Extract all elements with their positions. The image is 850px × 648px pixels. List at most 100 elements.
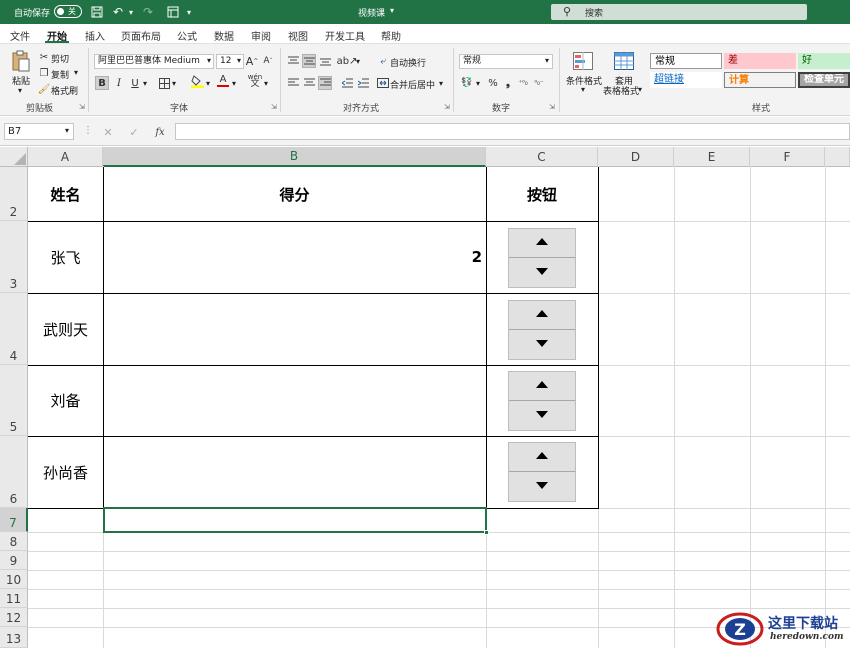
conditional-format-dropdown-icon[interactable]: ▾ [581, 85, 585, 94]
name-cell[interactable]: 刘备 [28, 365, 103, 436]
name-box-dropdown-icon[interactable]: ▾ [65, 126, 69, 135]
align-center-icon[interactable] [302, 76, 316, 90]
customize-toolbar-icon[interactable]: ▾ [184, 5, 194, 19]
search-box[interactable]: ⚲ 搜索 [551, 4, 807, 20]
tab-page-layout[interactable]: 页面布局 [121, 28, 161, 43]
merge-center-icon[interactable] [376, 76, 390, 90]
copy-icon[interactable]: ❐ [37, 66, 51, 80]
underline-dropdown-icon[interactable]: ▾ [143, 79, 147, 88]
undo-icon[interactable]: ↶ [110, 5, 126, 19]
column-header-b[interactable]: B [103, 147, 486, 167]
clipboard-launcher-icon[interactable]: ⇲ [79, 103, 85, 111]
row-header-5[interactable]: 5 [0, 365, 28, 436]
tab-developer[interactable]: 开发工具 [325, 28, 365, 43]
comma-icon[interactable]: ❟ [501, 76, 515, 90]
spin-button[interactable] [508, 371, 576, 431]
bold-button[interactable]: B [95, 76, 109, 90]
spin-button[interactable] [508, 228, 576, 288]
header-button-cell[interactable]: 按钮 [486, 167, 598, 221]
spin-button[interactable] [508, 300, 576, 360]
score-cell[interactable] [103, 293, 486, 365]
undo-dropdown-icon[interactable]: ▾ [126, 5, 136, 19]
decrease-indent-icon[interactable] [340, 76, 354, 90]
column-header-c[interactable]: C [486, 147, 598, 167]
table-format-icon[interactable] [613, 51, 635, 71]
table-format-dropdown-icon[interactable]: ▾ [638, 85, 642, 94]
paste-icon[interactable] [10, 50, 32, 72]
align-top-icon[interactable] [286, 54, 300, 68]
increase-indent-icon[interactable] [356, 76, 370, 90]
accounting-icon[interactable]: 💱 [460, 76, 474, 90]
row-header-6[interactable]: 6 [0, 436, 28, 508]
align-left-icon[interactable] [286, 76, 300, 90]
number-launcher-icon[interactable]: ⇲ [549, 103, 555, 111]
fill-color-dropdown-icon[interactable]: ▾ [206, 79, 210, 88]
copy-button[interactable]: 复制 [51, 68, 69, 81]
form-icon[interactable] [166, 5, 180, 19]
spin-button[interactable] [508, 442, 576, 502]
style-calculation[interactable]: 计算 [724, 72, 796, 88]
font-name-dropdown-icon[interactable]: ▾ [207, 56, 211, 65]
font-size-dropdown-icon[interactable]: ▾ [237, 56, 241, 65]
autosave-toggle[interactable]: 关 [54, 5, 82, 18]
wrap-text-button[interactable]: 自动换行 [390, 56, 426, 69]
align-middle-icon[interactable] [302, 54, 316, 68]
number-format-select[interactable]: 常规 [459, 54, 553, 69]
score-cell[interactable] [103, 436, 486, 508]
accounting-dropdown-icon[interactable]: ▾ [476, 79, 480, 88]
tab-insert[interactable]: 插入 [85, 28, 105, 43]
font-launcher-icon[interactable]: ⇲ [271, 103, 277, 111]
orientation-dropdown-icon[interactable]: ▾ [356, 57, 360, 66]
tab-view[interactable]: 视图 [288, 28, 308, 43]
title-dropdown-icon[interactable]: ▾ [390, 6, 394, 15]
column-header-f[interactable]: F [750, 147, 825, 167]
row-header-3[interactable]: 3 [0, 221, 28, 293]
font-color-icon[interactable]: A [216, 74, 230, 88]
align-bottom-icon[interactable] [318, 54, 332, 68]
cut-icon[interactable]: ✂ [37, 50, 51, 64]
score-cell[interactable]: 2 [103, 221, 486, 293]
borders-dropdown-icon[interactable]: ▾ [172, 79, 176, 88]
save-icon[interactable] [90, 5, 104, 19]
decrease-font-icon[interactable]: Aˇ [261, 54, 275, 68]
font-name-select[interactable]: 阿里巴巴普惠体 Medium [94, 54, 214, 69]
row-header-7[interactable]: 7 [0, 508, 28, 532]
name-cell[interactable]: 张飞 [28, 221, 103, 293]
spin-down-button[interactable] [509, 258, 575, 287]
merge-center-button[interactable]: 合并后居中 [390, 78, 435, 91]
style-hyperlink[interactable]: 超链接 [650, 72, 722, 88]
column-header-a[interactable]: A [28, 147, 103, 167]
fill-handle[interactable] [484, 530, 489, 535]
copy-dropdown-icon[interactable]: ▾ [74, 68, 78, 77]
number-format-dropdown-icon[interactable]: ▾ [545, 56, 549, 65]
style-check-cell[interactable]: 检查单元 [798, 72, 850, 88]
row-header-10[interactable]: 10 [0, 570, 28, 589]
tab-formulas[interactable]: 公式 [177, 28, 197, 43]
column-header-d[interactable]: D [598, 147, 674, 167]
score-cell[interactable] [103, 365, 486, 436]
spin-up-button[interactable] [509, 229, 575, 258]
spin-up-button[interactable] [509, 301, 575, 330]
row-header-12[interactable]: 12 [0, 608, 28, 627]
tab-help[interactable]: 帮助 [381, 28, 401, 43]
row-header-2[interactable]: 2 [0, 167, 28, 221]
increase-font-icon[interactable]: A ^ [245, 54, 259, 68]
phonetic-icon[interactable]: wén 文 [248, 74, 262, 89]
row-header-9[interactable]: 9 [0, 551, 28, 570]
tab-review[interactable]: 审阅 [251, 28, 271, 43]
row-header-11[interactable]: 11 [0, 589, 28, 608]
font-color-dropdown-icon[interactable]: ▾ [232, 79, 236, 88]
increase-decimal-icon[interactable]: ⁺⁰₀ [516, 76, 530, 90]
select-all-corner[interactable] [0, 147, 28, 167]
header-name-cell[interactable]: 姓名 [28, 167, 103, 221]
header-score-cell[interactable]: 得分 [103, 167, 486, 221]
italic-button[interactable]: I [112, 76, 126, 90]
wrap-text-icon[interactable]: ⤶ [376, 54, 390, 68]
enter-icon[interactable]: ✓ [126, 124, 142, 140]
name-cell[interactable]: 孙尚香 [28, 436, 103, 508]
redo-icon[interactable]: ↷ [140, 5, 156, 19]
format-painter-icon[interactable]: 🖌 [37, 82, 51, 96]
name-box[interactable]: B7 [4, 123, 74, 140]
underline-button[interactable]: U [128, 76, 142, 90]
spin-down-button[interactable] [509, 330, 575, 359]
